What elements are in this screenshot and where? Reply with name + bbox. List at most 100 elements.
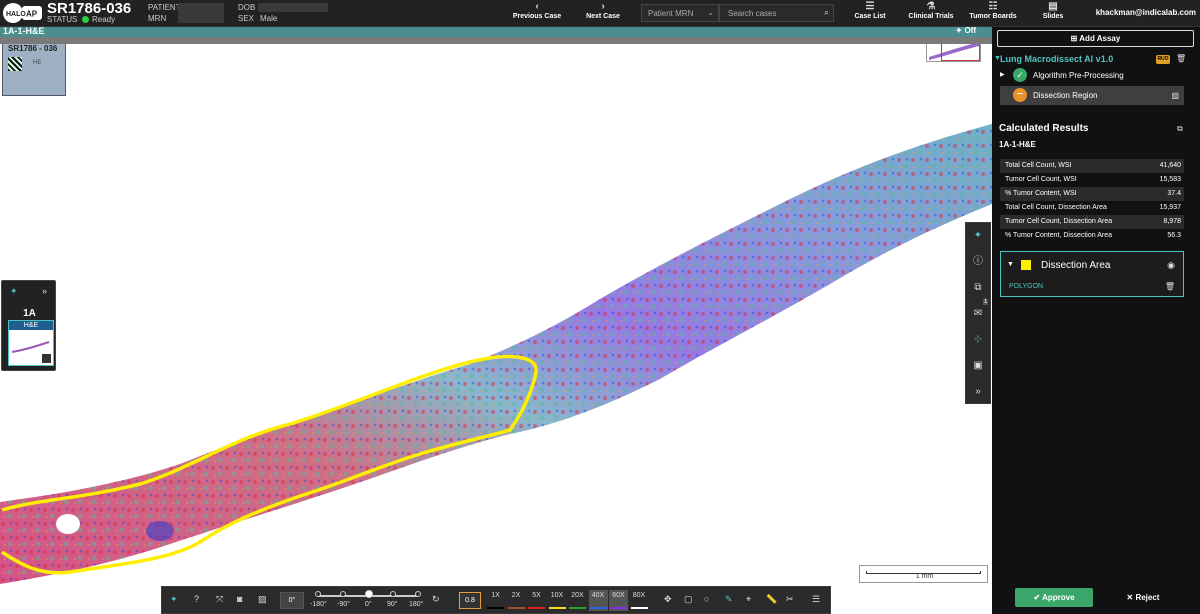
result-label: Tumor Cell Count, WSI bbox=[1005, 176, 1077, 183]
approve-button[interactable]: ✔ Approve bbox=[1015, 588, 1093, 607]
next-case-button[interactable]: › Next Case bbox=[582, 0, 624, 27]
zoom-5x-button[interactable]: 5X bbox=[527, 590, 546, 611]
patient-mrn-label: Patient MRN bbox=[648, 9, 694, 18]
slide-title-bar: 1A-1-H&E ✦ Off bbox=[0, 26, 992, 37]
info-icon[interactable]: ⓘ bbox=[966, 249, 990, 275]
zoom-color-bar bbox=[589, 607, 607, 609]
rectangle-icon[interactable]: ▢ bbox=[684, 594, 693, 605]
check-circle-icon: ✔ bbox=[1033, 593, 1043, 602]
results-slide-name: 1A-1-H&E bbox=[999, 140, 1036, 149]
step-algorithm-preprocessing[interactable]: ▶ ✓ Algorithm Pre-Processing bbox=[1000, 67, 1184, 84]
rotate-reset-icon[interactable]: ↻ bbox=[432, 594, 440, 605]
people-icon: ☷ bbox=[988, 1, 998, 12]
result-value: 41,640 bbox=[1159, 162, 1181, 169]
slide-stain-label: H&E bbox=[9, 321, 53, 330]
patient-redacted bbox=[178, 3, 224, 23]
zoom-40x-button[interactable]: 40X bbox=[588, 590, 608, 611]
mrn-label: MRN bbox=[148, 14, 167, 23]
rotation-knob[interactable] bbox=[365, 590, 373, 598]
case-list-label: Case List bbox=[854, 13, 886, 20]
slides-icon: ▤ bbox=[1048, 1, 1058, 12]
clipboard-icon[interactable]: ▣ bbox=[966, 353, 990, 379]
result-row: % Tumor Content, Dissection Area 56.3 bbox=[1000, 229, 1184, 243]
overview-map[interactable] bbox=[926, 44, 981, 62]
trash-icon[interactable]: 🗑 bbox=[1165, 282, 1175, 291]
slide-navigator-panel: ✦ » 1A H&E bbox=[1, 280, 56, 371]
image-icon[interactable]: ▨ bbox=[258, 594, 267, 605]
chevron-right-icon[interactable]: ▶ bbox=[1000, 71, 1005, 78]
pin-icon[interactable]: ✦ bbox=[966, 223, 990, 249]
annotation-color-swatch[interactable] bbox=[1021, 260, 1031, 270]
add-assay-button[interactable]: ⊞ Add Assay bbox=[997, 30, 1194, 47]
rotation-label: 0° bbox=[365, 601, 372, 608]
rotation-label: 180° bbox=[409, 601, 424, 608]
zoom-label: 5X bbox=[532, 592, 541, 599]
zoom-label: 1X bbox=[491, 592, 500, 599]
collapse-icon[interactable]: » bbox=[966, 379, 990, 405]
slide-label-stain: HE bbox=[33, 60, 42, 66]
layers-icon[interactable]: ⧉ bbox=[966, 275, 990, 301]
reject-button[interactable]: ✕ Reject bbox=[1104, 588, 1182, 607]
zoom-label: 60X bbox=[612, 592, 625, 599]
copy-icon[interactable]: ⧉ bbox=[1177, 124, 1183, 134]
slide-thumbnail[interactable]: H&E bbox=[8, 320, 54, 366]
dissection-area-card[interactable]: ▼ Dissection Area ◉ POLYGON 🗑 bbox=[1000, 251, 1184, 297]
crop-icon[interactable]: ⤧ bbox=[216, 594, 223, 605]
result-row: % Tumor Content, WSI 37.4 bbox=[1000, 187, 1184, 201]
bottom-toolbar: ✦ ? ⤧ ◙ ▨ 0° -180° -90° 0° 90° 180° ↻ 0.… bbox=[161, 586, 831, 614]
user-email[interactable]: khackman@indicalab.com bbox=[1096, 8, 1196, 17]
result-label: Total Cell Count, Dissection Area bbox=[1005, 204, 1107, 211]
chevron-down-icon[interactable]: ▼ bbox=[1007, 261, 1014, 268]
off-toggle[interactable]: ✦ Off bbox=[956, 26, 977, 35]
zoom-20x-button[interactable]: 20X bbox=[568, 590, 587, 611]
trash-icon[interactable]: 🗑 bbox=[1176, 54, 1186, 63]
result-label: % Tumor Content, Dissection Area bbox=[1005, 232, 1112, 239]
slide-viewer[interactable]: SR1786 - 036 HE ✦ » 1A H&E ✦ ⓘ ⧉ ✉ ⊹ ▣ »… bbox=[0, 44, 992, 614]
zoom-60x-button[interactable]: 60X bbox=[609, 590, 628, 611]
results-table: Total Cell Count, WSI 41,640 Tumor Cell C… bbox=[1000, 159, 1184, 243]
dob-redacted bbox=[258, 3, 328, 12]
eye-icon[interactable]: ◉ bbox=[1167, 260, 1175, 271]
expand-icon[interactable]: » bbox=[42, 286, 47, 296]
slides-button[interactable]: ▤ Slides bbox=[1038, 0, 1068, 27]
search-cases-input[interactable]: Search cases ⌕ bbox=[719, 4, 834, 22]
result-label: Total Cell Count, WSI bbox=[1005, 162, 1072, 169]
angle-input[interactable]: 0° bbox=[280, 592, 304, 609]
patient-mrn-select[interactable]: Patient MRN ⌄ bbox=[641, 4, 719, 22]
result-value: 15,583 bbox=[1159, 176, 1181, 183]
camera-icon[interactable]: ◙ bbox=[237, 594, 242, 604]
viewport-indicator[interactable] bbox=[941, 44, 980, 61]
scale-text: 1 mm bbox=[915, 573, 934, 580]
previous-case-button[interactable]: ‹ Previous Case bbox=[511, 0, 563, 27]
zoom-10x-button[interactable]: 10X bbox=[548, 590, 567, 611]
slide-label-text: SR1786 - 036 bbox=[8, 44, 58, 53]
image-icon[interactable]: ▨ bbox=[1171, 91, 1179, 100]
pen-icon[interactable]: ✎ bbox=[725, 594, 733, 605]
calculated-results-title: Calculated Results bbox=[999, 123, 1089, 134]
move-icon[interactable]: ✥ bbox=[664, 594, 672, 605]
help-icon[interactable]: ? bbox=[194, 594, 199, 604]
scissors-icon[interactable]: ✂ bbox=[786, 594, 794, 605]
off-toggle-label: Off bbox=[964, 26, 976, 35]
zoom-label: 40X bbox=[591, 592, 605, 599]
zoom-2x-button[interactable]: 2X bbox=[507, 590, 526, 611]
ruler-icon[interactable]: 📏 bbox=[766, 594, 777, 605]
clinical-trials-button[interactable]: ⚗ Clinical Trials bbox=[905, 0, 957, 27]
pin-icon[interactable]: ✦ bbox=[170, 594, 178, 605]
pin-icon[interactable]: ✦ bbox=[10, 286, 18, 297]
step-dissection-region[interactable]: − Dissection Region ▨ bbox=[1000, 86, 1184, 105]
gamma-input[interactable]: 0.8 bbox=[459, 592, 481, 609]
circle-icon[interactable]: ○ bbox=[704, 594, 709, 604]
status-dot-icon bbox=[82, 16, 89, 23]
hierarchy-icon[interactable]: ⊹ bbox=[966, 327, 990, 353]
settings-sliders-icon[interactable]: ☰ bbox=[812, 594, 820, 605]
marker-icon[interactable]: ⌖ bbox=[746, 594, 751, 605]
zoom-80x-button[interactable]: 80X bbox=[630, 590, 649, 611]
chevron-left-icon: ‹ bbox=[535, 1, 539, 12]
case-list-button[interactable]: ☰ Case List bbox=[852, 0, 888, 27]
step-label: Dissection Region bbox=[1033, 91, 1098, 100]
tumor-boards-button[interactable]: ☷ Tumor Boards bbox=[966, 0, 1020, 27]
comment-count-badge: 1 bbox=[983, 299, 989, 305]
zoom-1x-button[interactable]: 1X bbox=[486, 590, 505, 611]
check-icon: ✓ bbox=[1013, 68, 1027, 82]
